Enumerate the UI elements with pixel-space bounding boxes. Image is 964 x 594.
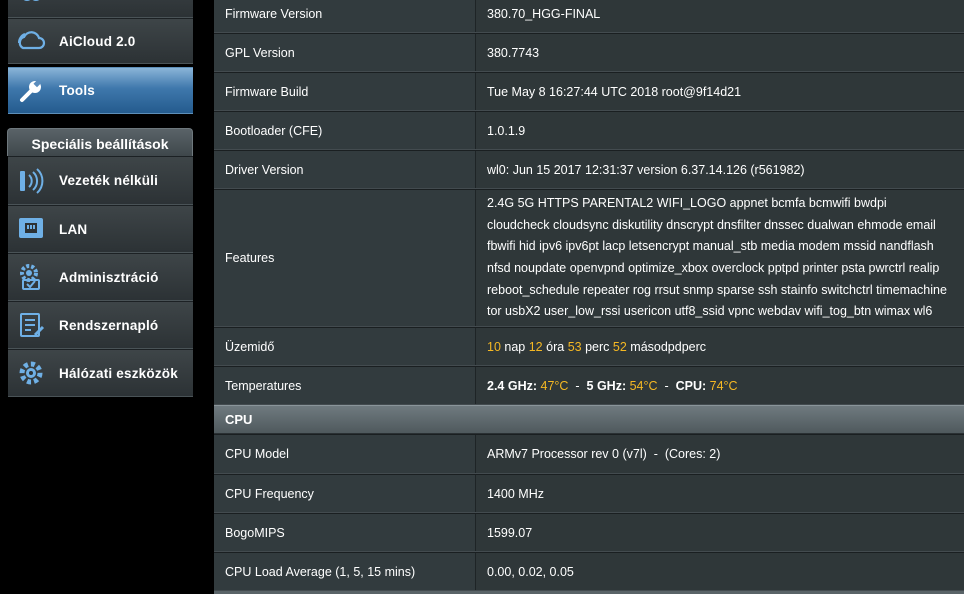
table-row: Temperatures 2.4 GHz: 47°C - 5 GHz: 54°C… [214, 366, 964, 405]
section-header-advanced: Speciális beállítások [7, 128, 193, 156]
row-label: GPL Version [214, 34, 476, 71]
sidebar: AiCloud 2.0 Tools Speciális beállítások … [0, 0, 206, 594]
row-label: CPU Load Average (1, 5, 15 mins) [214, 553, 476, 590]
temp-cpu-value: 74°C [709, 378, 738, 393]
table-row: Driver Version wl0: Jun 15 2017 12:31:37… [214, 150, 964, 189]
sidebar-item-partial[interactable] [8, 0, 193, 18]
table-row: Bootloader (CFE) 1.0.1.9 [214, 111, 964, 150]
row-value: ARMv7 Processor rev 0 (v7l) - (Cores: 2) [476, 435, 964, 473]
table-row: CPU Model ARMv7 Processor rev 0 (v7l) - … [214, 434, 964, 474]
sidebar-item-label: Vezeték nélküli [59, 173, 159, 188]
table-row: Üzemidő 10 nap 12 óra 53 perc 52 másodpd… [214, 327, 964, 366]
row-value: 1400 MHz [476, 475, 964, 512]
system-info-panel: Firmware Version 380.70_HGG-FINAL GPL Ve… [214, 0, 964, 594]
row-value: wl0: Jun 15 2017 12:31:37 version 6.37.1… [476, 151, 964, 188]
row-value-container: 2.4G 5G HTTPS PARENTAL2 WIFI_LOGO appnet… [476, 190, 964, 326]
row-value: 380.7743 [476, 34, 964, 71]
sidebar-item-network-tools[interactable]: Hálózati eszközök [8, 349, 193, 397]
table-row: Firmware Build Tue May 8 16:27:44 UTC 20… [214, 72, 964, 111]
temp-separator: - [575, 378, 580, 393]
sidebar-item-administration[interactable]: Adminisztráció [8, 253, 193, 301]
sidebar-item-label: LAN [59, 221, 88, 237]
table-row: CPU Frequency 1400 MHz [214, 474, 964, 513]
temp-5ghz-value: 54°C [629, 378, 658, 393]
uptime-days-unit: nap [504, 339, 526, 354]
sidebar-item-system-log[interactable]: Rendszernapló [8, 301, 193, 349]
sidebar-item-label: Rendszernapló [59, 317, 159, 333]
sidebar-item-wireless[interactable]: Vezeték nélküli [8, 156, 193, 205]
row-label: Üzemidő [214, 328, 476, 365]
temperatures-value: 2.4 GHz: 47°C - 5 GHz: 54°C - CPU: 74°C [476, 367, 964, 404]
wifi-icon [16, 166, 46, 196]
row-value: 0.00, 0.02, 0.05 [476, 553, 964, 590]
features-value: 2.4G 5G HTTPS PARENTAL2 WIFI_LOGO appnet… [487, 196, 947, 319]
row-label: Features [214, 190, 476, 326]
sidebar-item-aicloud[interactable]: AiCloud 2.0 [8, 18, 193, 64]
uptime-seconds: 52 [612, 339, 627, 354]
row-value: 1.0.1.9 [476, 112, 964, 149]
row-label: BogoMIPS [214, 514, 476, 551]
row-value: Tue May 8 16:27:44 UTC 2018 root@9f14d21 [476, 73, 964, 110]
row-label: CPU Model [214, 435, 476, 473]
sidebar-item-label: AiCloud 2.0 [59, 33, 136, 49]
sidebar-item-lan[interactable]: LAN [8, 205, 193, 253]
table-row: CPU Load Average (1, 5, 15 mins) 0.00, 0… [214, 552, 964, 591]
uptime-hours: 12 [528, 339, 543, 354]
sidebar-item-tools[interactable]: Tools [8, 67, 193, 114]
uptime-minutes-unit: perc [585, 339, 610, 354]
section-title-cpu: CPU [214, 405, 964, 434]
row-label: Firmware Build [214, 73, 476, 110]
table-row: Features 2.4G 5G HTTPS PARENTAL2 WIFI_LO… [214, 189, 964, 327]
sidebar-item-label: Hálózati eszközök [59, 365, 178, 381]
temp-5ghz-label: 5 GHz: [586, 378, 627, 393]
system-log-icon [16, 310, 46, 340]
cloud-icon [16, 26, 46, 56]
temp-24ghz-value: 47°C [540, 378, 569, 393]
row-label: Driver Version [214, 151, 476, 188]
table-row: BogoMIPS 1599.07 [214, 513, 964, 552]
lan-icon [16, 214, 46, 244]
table-row: Firmware Version 380.70_HGG-FINAL [214, 0, 964, 33]
row-value: 380.70_HGG-FINAL [476, 0, 964, 32]
temp-separator: - [664, 378, 669, 393]
row-label: Bootloader (CFE) [214, 112, 476, 149]
admin-gear-icon [16, 262, 46, 292]
table-row: GPL Version 380.7743 [214, 33, 964, 72]
row-value: 1599.07 [476, 514, 964, 551]
row-label: Temperatures [214, 367, 476, 404]
uptime-hours-unit: óra [546, 339, 565, 354]
uptime-days: 10 [487, 339, 501, 354]
row-label: Firmware Version [214, 0, 476, 32]
temp-24ghz-label: 2.4 GHz: [487, 378, 538, 393]
uptime-value: 10 nap 12 óra 53 perc 52 másodpdperc [476, 328, 964, 365]
temp-cpu-label: CPU: [675, 378, 707, 393]
uptime-minutes: 53 [567, 339, 582, 354]
uptime-seconds-unit: másodpdperc [630, 339, 707, 354]
sidebar-item-label: Adminisztráció [59, 269, 159, 285]
partial-icon [16, 0, 46, 10]
wrench-icon [16, 76, 46, 106]
row-label: CPU Frequency [214, 475, 476, 512]
network-tools-icon [16, 358, 46, 388]
sidebar-item-label: Tools [59, 83, 95, 98]
